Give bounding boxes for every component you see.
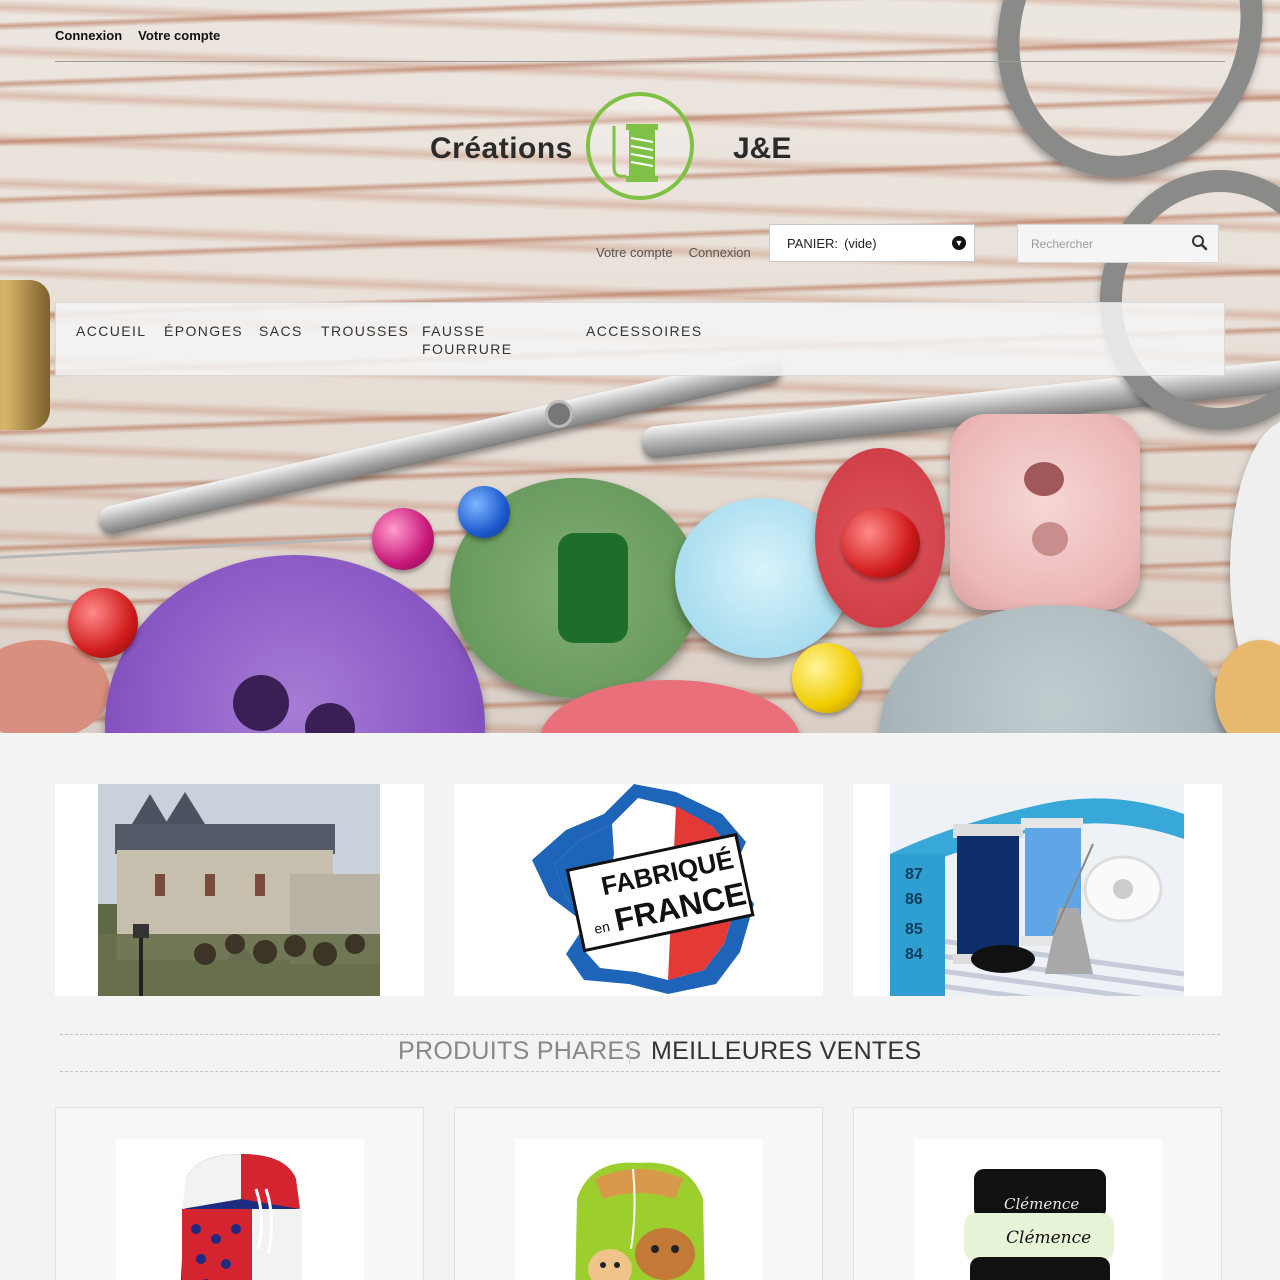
svg-text:85: 85: [905, 921, 923, 938]
cart-status: (vide): [844, 235, 877, 251]
product-tabs: PRODUITS PHARES MEILLEURES VENTES: [55, 1034, 1225, 1072]
top-links: Connexion Votre compte: [55, 28, 220, 43]
logo-word-right: J&E: [733, 132, 792, 165]
product-image[interactable]: [515, 1139, 763, 1280]
product-card[interactable]: [55, 1107, 424, 1280]
product-image[interactable]: Clémence Clémence: [914, 1139, 1162, 1280]
sewing-supplies-banner[interactable]: 87 86 85 84: [853, 784, 1222, 996]
main-nav: ACCUEIL ÉPONGES SACS TROUSSES FAUSSE FOU…: [55, 302, 1225, 376]
logo-word-left: Créations: [430, 132, 573, 165]
cart-dropdown[interactable]: PANIER: (vide) ▼: [769, 224, 975, 262]
nav-item-accueil[interactable]: ACCUEIL: [76, 322, 146, 340]
towel-text-2: Clémence: [1006, 1228, 1091, 1248]
bag-animals-image: [575, 1162, 705, 1280]
top-divider: [55, 61, 1225, 62]
tab-meilleures-ventes[interactable]: MEILLEURES VENTES: [651, 1037, 921, 1066]
castle-image: [98, 784, 380, 996]
tab-produits-phares[interactable]: PRODUITS PHARES: [398, 1037, 641, 1066]
nav-item-sacs[interactable]: SACS: [259, 322, 303, 340]
thread-spool-icon: [586, 92, 694, 200]
search-icon[interactable]: [1190, 233, 1210, 253]
fabrique-line2: en: [593, 918, 612, 937]
pink-button-image: [950, 414, 1140, 610]
sewing-supplies-image: 87 86 85 84: [889, 784, 1185, 996]
header-links: Votre compte Connexion: [596, 245, 751, 260]
grey-button-image: [880, 605, 1230, 733]
nav-item-accessoires[interactable]: ACCESSOIRES: [586, 322, 703, 340]
cart-label: PANIER:: [787, 235, 839, 251]
purple-button-image: [105, 555, 485, 733]
chevron-down-circle-icon[interactable]: ▼: [952, 236, 966, 250]
top-account-link[interactable]: Votre compte: [138, 28, 220, 43]
nav-item-eponges[interactable]: ÉPONGES: [164, 322, 243, 340]
france-map-image: FABRIQUÉ en FRANCE: [532, 784, 755, 994]
nav-item-trousses[interactable]: TROUSSES: [321, 322, 409, 340]
hero-banner: Connexion Votre compte Créations J&E Vot…: [0, 0, 1280, 733]
castle-banner[interactable]: [55, 784, 424, 996]
nav-item-fausse-fourrure[interactable]: FAUSSE FOURRURE: [422, 322, 513, 358]
search-input[interactable]: [1018, 225, 1183, 262]
header-account-link[interactable]: Votre compte: [596, 245, 673, 260]
svg-text:86: 86: [905, 891, 923, 908]
header-login-link[interactable]: Connexion: [689, 245, 751, 260]
product-card[interactable]: Clémence Clémence: [853, 1107, 1222, 1280]
site-logo[interactable]: Créations J&E: [428, 90, 798, 202]
tab-separator: [629, 1042, 630, 1064]
svg-text:84: 84: [905, 946, 923, 963]
svg-text:87: 87: [905, 866, 923, 883]
fabrique-en-france-banner[interactable]: FABRIQUÉ en FRANCE: [454, 784, 823, 996]
search-box: [1017, 224, 1219, 263]
towel-text-1: Clémence: [1004, 1195, 1079, 1213]
bag-flag-image: [180, 1154, 302, 1280]
top-login-link[interactable]: Connexion: [55, 28, 122, 43]
product-image[interactable]: [116, 1139, 364, 1280]
product-card[interactable]: [454, 1107, 823, 1280]
towel-clemence-image: Clémence Clémence: [964, 1169, 1114, 1280]
